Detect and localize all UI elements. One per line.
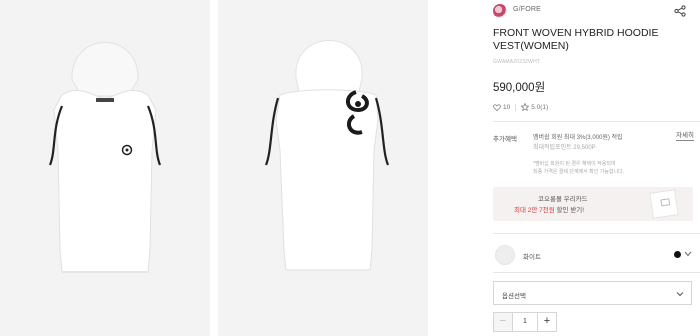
card-banner-offer: 최대 2만 7천원 할인 받기! xyxy=(514,204,584,214)
brand-row: G/FORE xyxy=(493,2,693,20)
vest-back-illustration xyxy=(264,40,390,271)
card-banner-highlight: 최대 2만 7천원 xyxy=(514,207,555,214)
benefit-note-1: *멤버십 회원이 된 경우 혜택이 적용되며 xyxy=(533,161,616,167)
quantity-increase-button[interactable]: + xyxy=(537,312,557,332)
color-dot xyxy=(674,251,681,258)
chevron-down-icon xyxy=(676,292,684,297)
quantity-decrease-button[interactable]: − xyxy=(493,312,513,332)
likes-count: 10 xyxy=(503,103,511,111)
chevron-down-icon[interactable] xyxy=(684,249,692,259)
color-selector[interactable]: 화이트 xyxy=(493,245,693,265)
product-image-front[interactable] xyxy=(0,0,210,336)
brand-logo[interactable] xyxy=(493,4,507,18)
benefit-label: 추가혜택 xyxy=(493,136,517,143)
quantity-stepper: − 1 + xyxy=(493,312,557,332)
benefit-text: 멤버쉽 회원 최대 3%(3,000원) 적립 최대적립포인트 29,500P xyxy=(533,133,623,153)
card-discount-banner[interactable]: 코오롱몰 우리카드 최대 2만 7천원 할인 받기! xyxy=(493,187,693,221)
product-info-panel: G/FORE FRONT WOVEN HYBRID HOODIE VEST(WO… xyxy=(493,0,700,336)
product-title: FRONT WOVEN HYBRID HOODIE VEST(WOMEN) xyxy=(493,27,659,52)
brand-name[interactable]: G/FORE xyxy=(513,6,541,13)
star-icon xyxy=(521,103,530,111)
card-image xyxy=(649,189,679,219)
divider xyxy=(493,121,700,122)
divider xyxy=(493,272,700,273)
vest-front-illustration xyxy=(48,42,162,273)
benefit-notes: *멤버십 회원이 된 경우 혜택이 적용되며 최종 가격은 결제 단계에서 확인… xyxy=(533,160,624,176)
share-icon[interactable] xyxy=(674,5,686,17)
divider xyxy=(515,103,517,111)
benefit-line-2: 최대적립포인트 29,500P xyxy=(533,145,596,151)
product-price: 590,000원 xyxy=(493,82,546,94)
product-image-back[interactable] xyxy=(218,0,428,336)
benefit-line-1: 멤버쉽 회원 최대 3%(3,000원) 적립 xyxy=(533,135,623,141)
card-banner-suffix: 할인 받기! xyxy=(554,207,585,214)
benefit-detail-link[interactable]: 자세히 xyxy=(676,132,694,141)
likes-rating-row: 10 5.0(1) xyxy=(493,101,548,113)
product-sku: GWAMA20232WHT xyxy=(493,59,541,65)
card-banner-title: 코오롱몰 우리카드 xyxy=(538,196,588,203)
benefit-note-2: 최종 가격은 결제 단계에서 확인 가능합니다. xyxy=(533,169,625,175)
heart-icon[interactable] xyxy=(493,103,501,111)
quantity-value[interactable]: 1 xyxy=(513,312,537,332)
color-swatch[interactable] xyxy=(495,245,515,265)
color-name: 화이트 xyxy=(523,254,541,261)
option-select-label: 옵션선택 xyxy=(502,293,526,300)
divider xyxy=(493,233,700,234)
rating-value[interactable]: 5.0(1) xyxy=(531,104,548,111)
option-select[interactable]: 옵션선택 xyxy=(493,281,692,305)
